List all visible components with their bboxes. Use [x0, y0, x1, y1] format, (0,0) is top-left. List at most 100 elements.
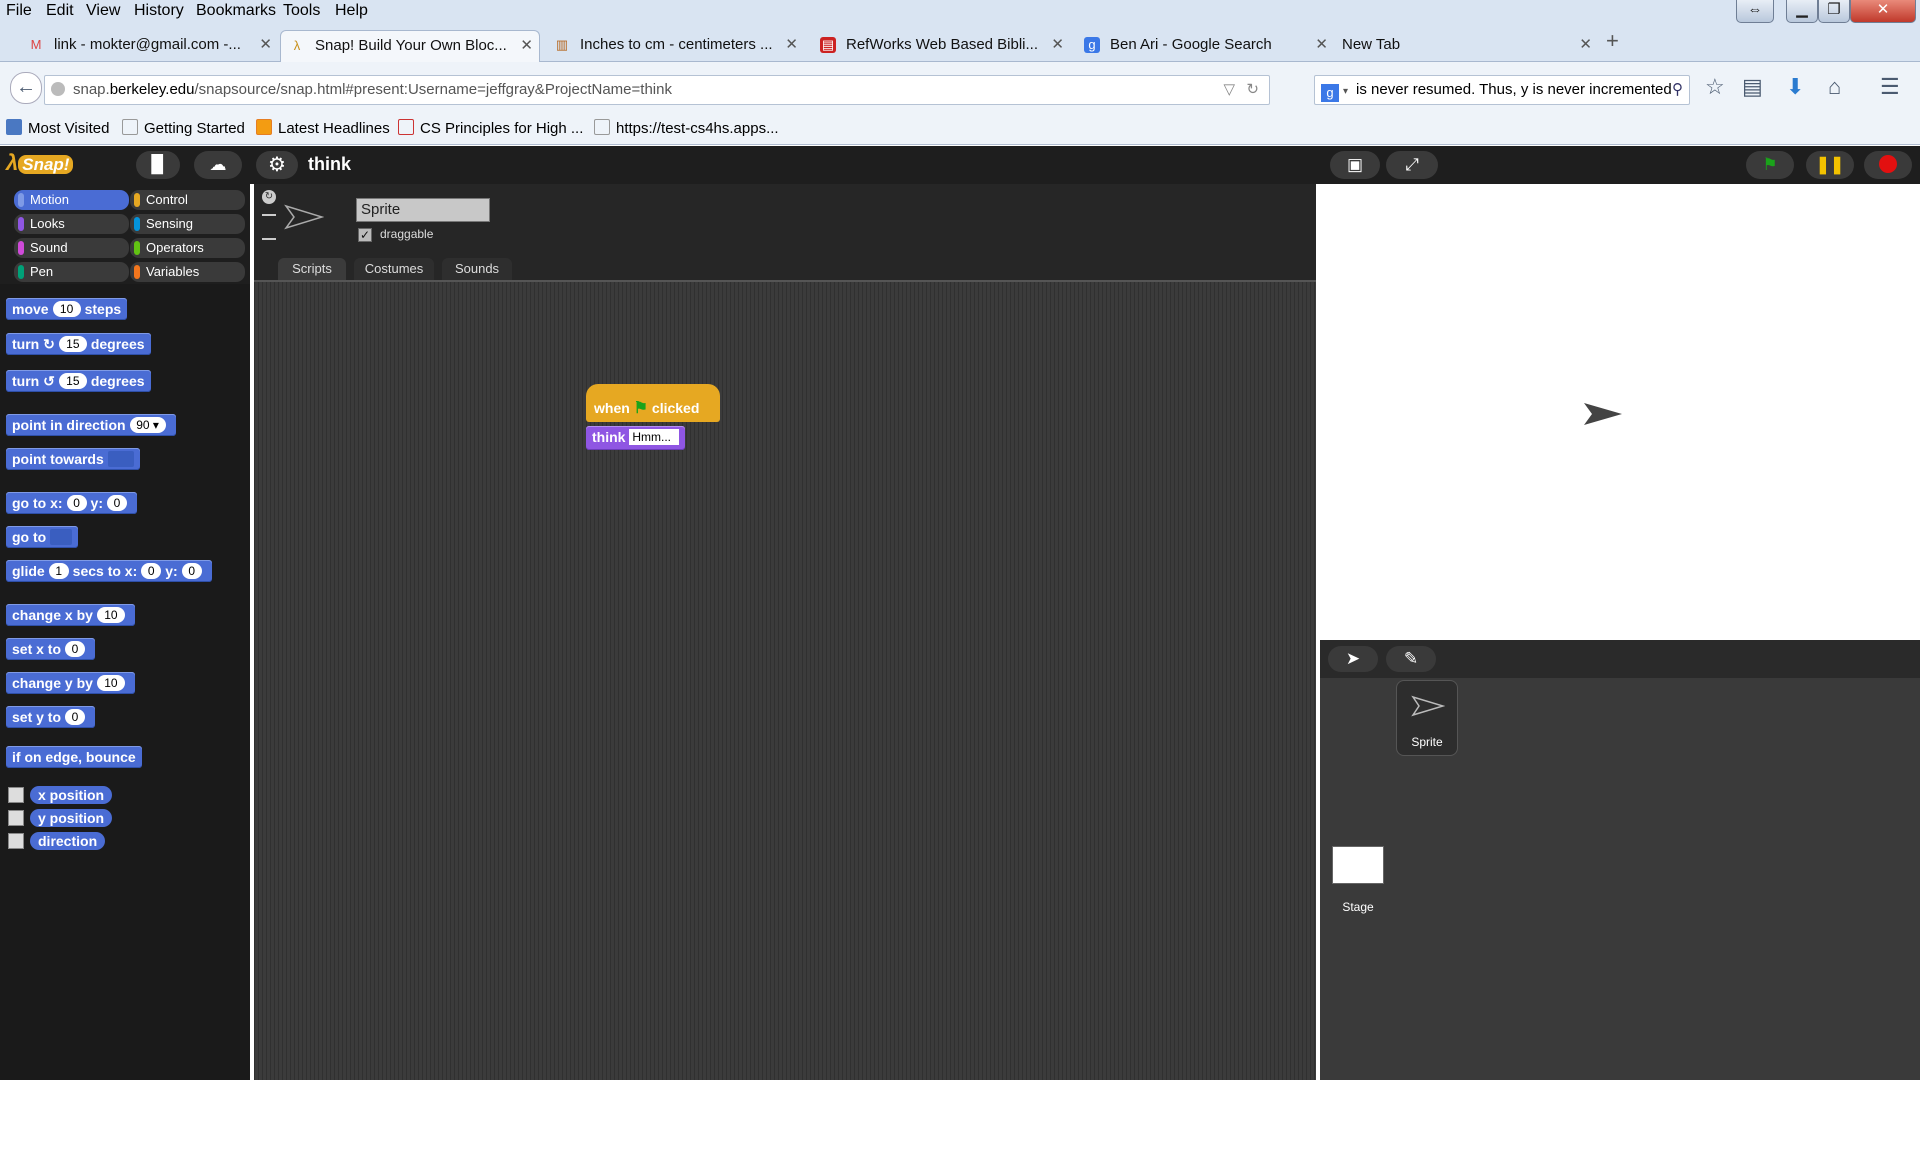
- reporter-direction[interactable]: direction: [30, 832, 106, 850]
- close-tab-icon[interactable]: ✕: [520, 31, 533, 60]
- minimize-button[interactable]: ▁: [1786, 0, 1818, 23]
- cloud-icon[interactable]: ☁: [194, 151, 242, 179]
- category-looks[interactable]: Looks: [14, 214, 129, 234]
- category-motion[interactable]: Motion: [14, 190, 129, 210]
- close-tab-icon[interactable]: ✕: [1051, 30, 1064, 59]
- close-tab-icon[interactable]: ✕: [785, 30, 798, 59]
- pause-icon[interactable]: ❚❚: [1806, 151, 1854, 179]
- bookmark-getting-started[interactable]: Getting Started: [122, 119, 245, 137]
- reporter-x-position[interactable]: x position: [30, 786, 113, 804]
- block-turn-counterclockwise[interactable]: turn ↺ 15 degrees: [6, 370, 151, 392]
- block-go-to-xy[interactable]: go to x: 0 y: 0: [6, 492, 137, 514]
- rotation-style-none-icon[interactable]: [262, 238, 276, 240]
- block-if-on-edge-bounce[interactable]: if on edge, bounce: [6, 746, 142, 768]
- tab-refworks[interactable]: ▤ RefWorks Web Based Bibli... ✕: [812, 30, 1070, 61]
- file-menu-icon[interactable]: ▉: [136, 151, 180, 179]
- checkbox-y-position[interactable]: [8, 810, 24, 826]
- bookmark-cs-principles[interactable]: CS Principles for High ...: [398, 119, 583, 137]
- menu-tools[interactable]: Tools: [283, 2, 320, 20]
- category-operators[interactable]: Operators: [130, 238, 245, 258]
- home-icon[interactable]: ⌂: [1828, 74, 1841, 100]
- magnifier-icon[interactable]: ⚲: [1672, 76, 1683, 104]
- menu-history[interactable]: History: [134, 2, 184, 20]
- menu-file[interactable]: File: [6, 2, 32, 20]
- download-arrow-icon[interactable]: ⬇: [1786, 74, 1804, 100]
- bookmark-latest-headlines[interactable]: Latest Headlines: [256, 119, 390, 137]
- fullscreen-icon[interactable]: ⤢: [1386, 151, 1438, 179]
- bookmark-test-cs4hs[interactable]: https://test-cs4hs.apps...: [594, 119, 779, 137]
- chevron-down-icon: [50, 529, 73, 545]
- address-bar[interactable]: snap.berkeley.edu/snapsource/snap.html#p…: [44, 75, 1270, 105]
- checkbox-direction[interactable]: [8, 833, 24, 849]
- chevron-down-icon[interactable]: ▾: [1343, 86, 1348, 97]
- corral-sprite-icon[interactable]: Sprite: [1396, 680, 1458, 756]
- maximize-button[interactable]: ❐: [1818, 0, 1850, 23]
- block-set-x[interactable]: set x to 0: [6, 638, 96, 660]
- draggable-checkbox[interactable]: ✓: [358, 228, 372, 242]
- block-glide[interactable]: glide 1 secs to x: 0 y: 0: [6, 560, 212, 582]
- menu-view[interactable]: View: [86, 2, 120, 20]
- block-set-y[interactable]: set y to 0: [6, 706, 96, 728]
- rotation-style-lr-icon[interactable]: [262, 214, 276, 216]
- sprite-name-field[interactable]: Sprite: [356, 198, 490, 222]
- category-pen[interactable]: Pen: [14, 262, 129, 282]
- dropdown-arrow-icon[interactable]: ▽: [1223, 76, 1235, 104]
- restore-arrows-icon[interactable]: ⇔: [1736, 0, 1774, 23]
- close-tab-icon[interactable]: ✕: [1315, 30, 1328, 59]
- block-when-flag-clicked[interactable]: when ⚑ clicked: [586, 384, 720, 422]
- reporter-y-position[interactable]: y position: [30, 809, 113, 827]
- close-tab-icon[interactable]: ✕: [1579, 30, 1592, 59]
- block-think[interactable]: think Hmm...: [586, 426, 686, 450]
- block-point-in-direction[interactable]: point in direction 90 ▾: [6, 414, 176, 436]
- reload-icon[interactable]: ↻: [1246, 76, 1259, 104]
- menu-edit[interactable]: Edit: [46, 2, 74, 20]
- tab-scripts[interactable]: Scripts: [278, 258, 346, 280]
- close-window-button[interactable]: ✕: [1850, 0, 1916, 23]
- search-input[interactable]: is never resumed. Thus, y is never incre…: [1356, 81, 1672, 98]
- stop-icon[interactable]: [1864, 151, 1912, 179]
- bookmark-star-icon[interactable]: ☆: [1705, 74, 1725, 100]
- new-tab-plus-icon[interactable]: +: [1606, 28, 1619, 54]
- block-go-to[interactable]: go to: [6, 526, 79, 548]
- checkbox-x-position[interactable]: [8, 787, 24, 803]
- tab-snap[interactable]: λ Snap! Build Your Own Bloc... ✕: [280, 30, 540, 62]
- stage[interactable]: [1320, 188, 1920, 638]
- green-flag-icon[interactable]: ⚑: [1746, 151, 1794, 179]
- snap-logo[interactable]: λ Snap!: [6, 150, 74, 176]
- category-sensing[interactable]: Sensing: [130, 214, 245, 234]
- reading-list-icon[interactable]: ▤: [1742, 74, 1763, 100]
- category-control[interactable]: Control: [130, 190, 245, 210]
- stage-size-icon[interactable]: ▣: [1330, 151, 1380, 179]
- hamburger-menu-icon[interactable]: ☰: [1880, 74, 1900, 100]
- block-point-towards[interactable]: point towards: [6, 448, 140, 470]
- block-change-y[interactable]: change y by 10: [6, 672, 135, 694]
- menu-help[interactable]: Help: [335, 2, 368, 20]
- search-bar[interactable]: g ▾ is never resumed. Thus, y is never inc…: [1314, 75, 1690, 105]
- block-turn-clockwise[interactable]: turn ↻ 15 degrees: [6, 333, 151, 355]
- url-domain: berkeley.edu: [109, 81, 195, 98]
- tab-costumes[interactable]: Costumes: [354, 258, 434, 280]
- tab-new[interactable]: New Tab ✕: [1340, 30, 1598, 61]
- turtle-arrow-icon[interactable]: ➤: [1328, 646, 1378, 672]
- back-arrow-icon[interactable]: ←: [10, 72, 42, 104]
- tab-sounds[interactable]: Sounds: [442, 258, 512, 280]
- paintbrush-icon[interactable]: ✎: [1386, 646, 1436, 672]
- google-search-icon[interactable]: g: [1321, 84, 1339, 102]
- tab-google[interactable]: g Ben Ari - Google Search ✕: [1076, 30, 1334, 61]
- rotation-style-icon[interactable]: ↻: [262, 190, 276, 204]
- gmail-icon: M: [30, 37, 42, 52]
- settings-gear-icon[interactable]: ⚙: [256, 151, 298, 179]
- tab-gmail[interactable]: M link - mokter@gmail.com -... ✕: [20, 30, 278, 61]
- block-change-x[interactable]: change x by 10: [6, 604, 135, 626]
- think-text-input[interactable]: Hmm...: [629, 429, 680, 445]
- tab-inches[interactable]: ▥ Inches to cm - centimeters ... ✕: [546, 30, 804, 61]
- close-tab-icon[interactable]: ✕: [259, 30, 272, 59]
- scripting-area[interactable]: [254, 280, 1316, 1080]
- bookmark-most-visited[interactable]: Most Visited: [6, 119, 109, 137]
- menu-bookmarks[interactable]: Bookmarks: [196, 2, 276, 20]
- category-sound[interactable]: Sound: [14, 238, 129, 258]
- category-variables[interactable]: Variables: [130, 262, 245, 282]
- sprite-on-stage[interactable]: [1582, 401, 1624, 427]
- stage-thumbnail[interactable]: [1332, 846, 1384, 884]
- block-move[interactable]: move 10 steps: [6, 298, 128, 320]
